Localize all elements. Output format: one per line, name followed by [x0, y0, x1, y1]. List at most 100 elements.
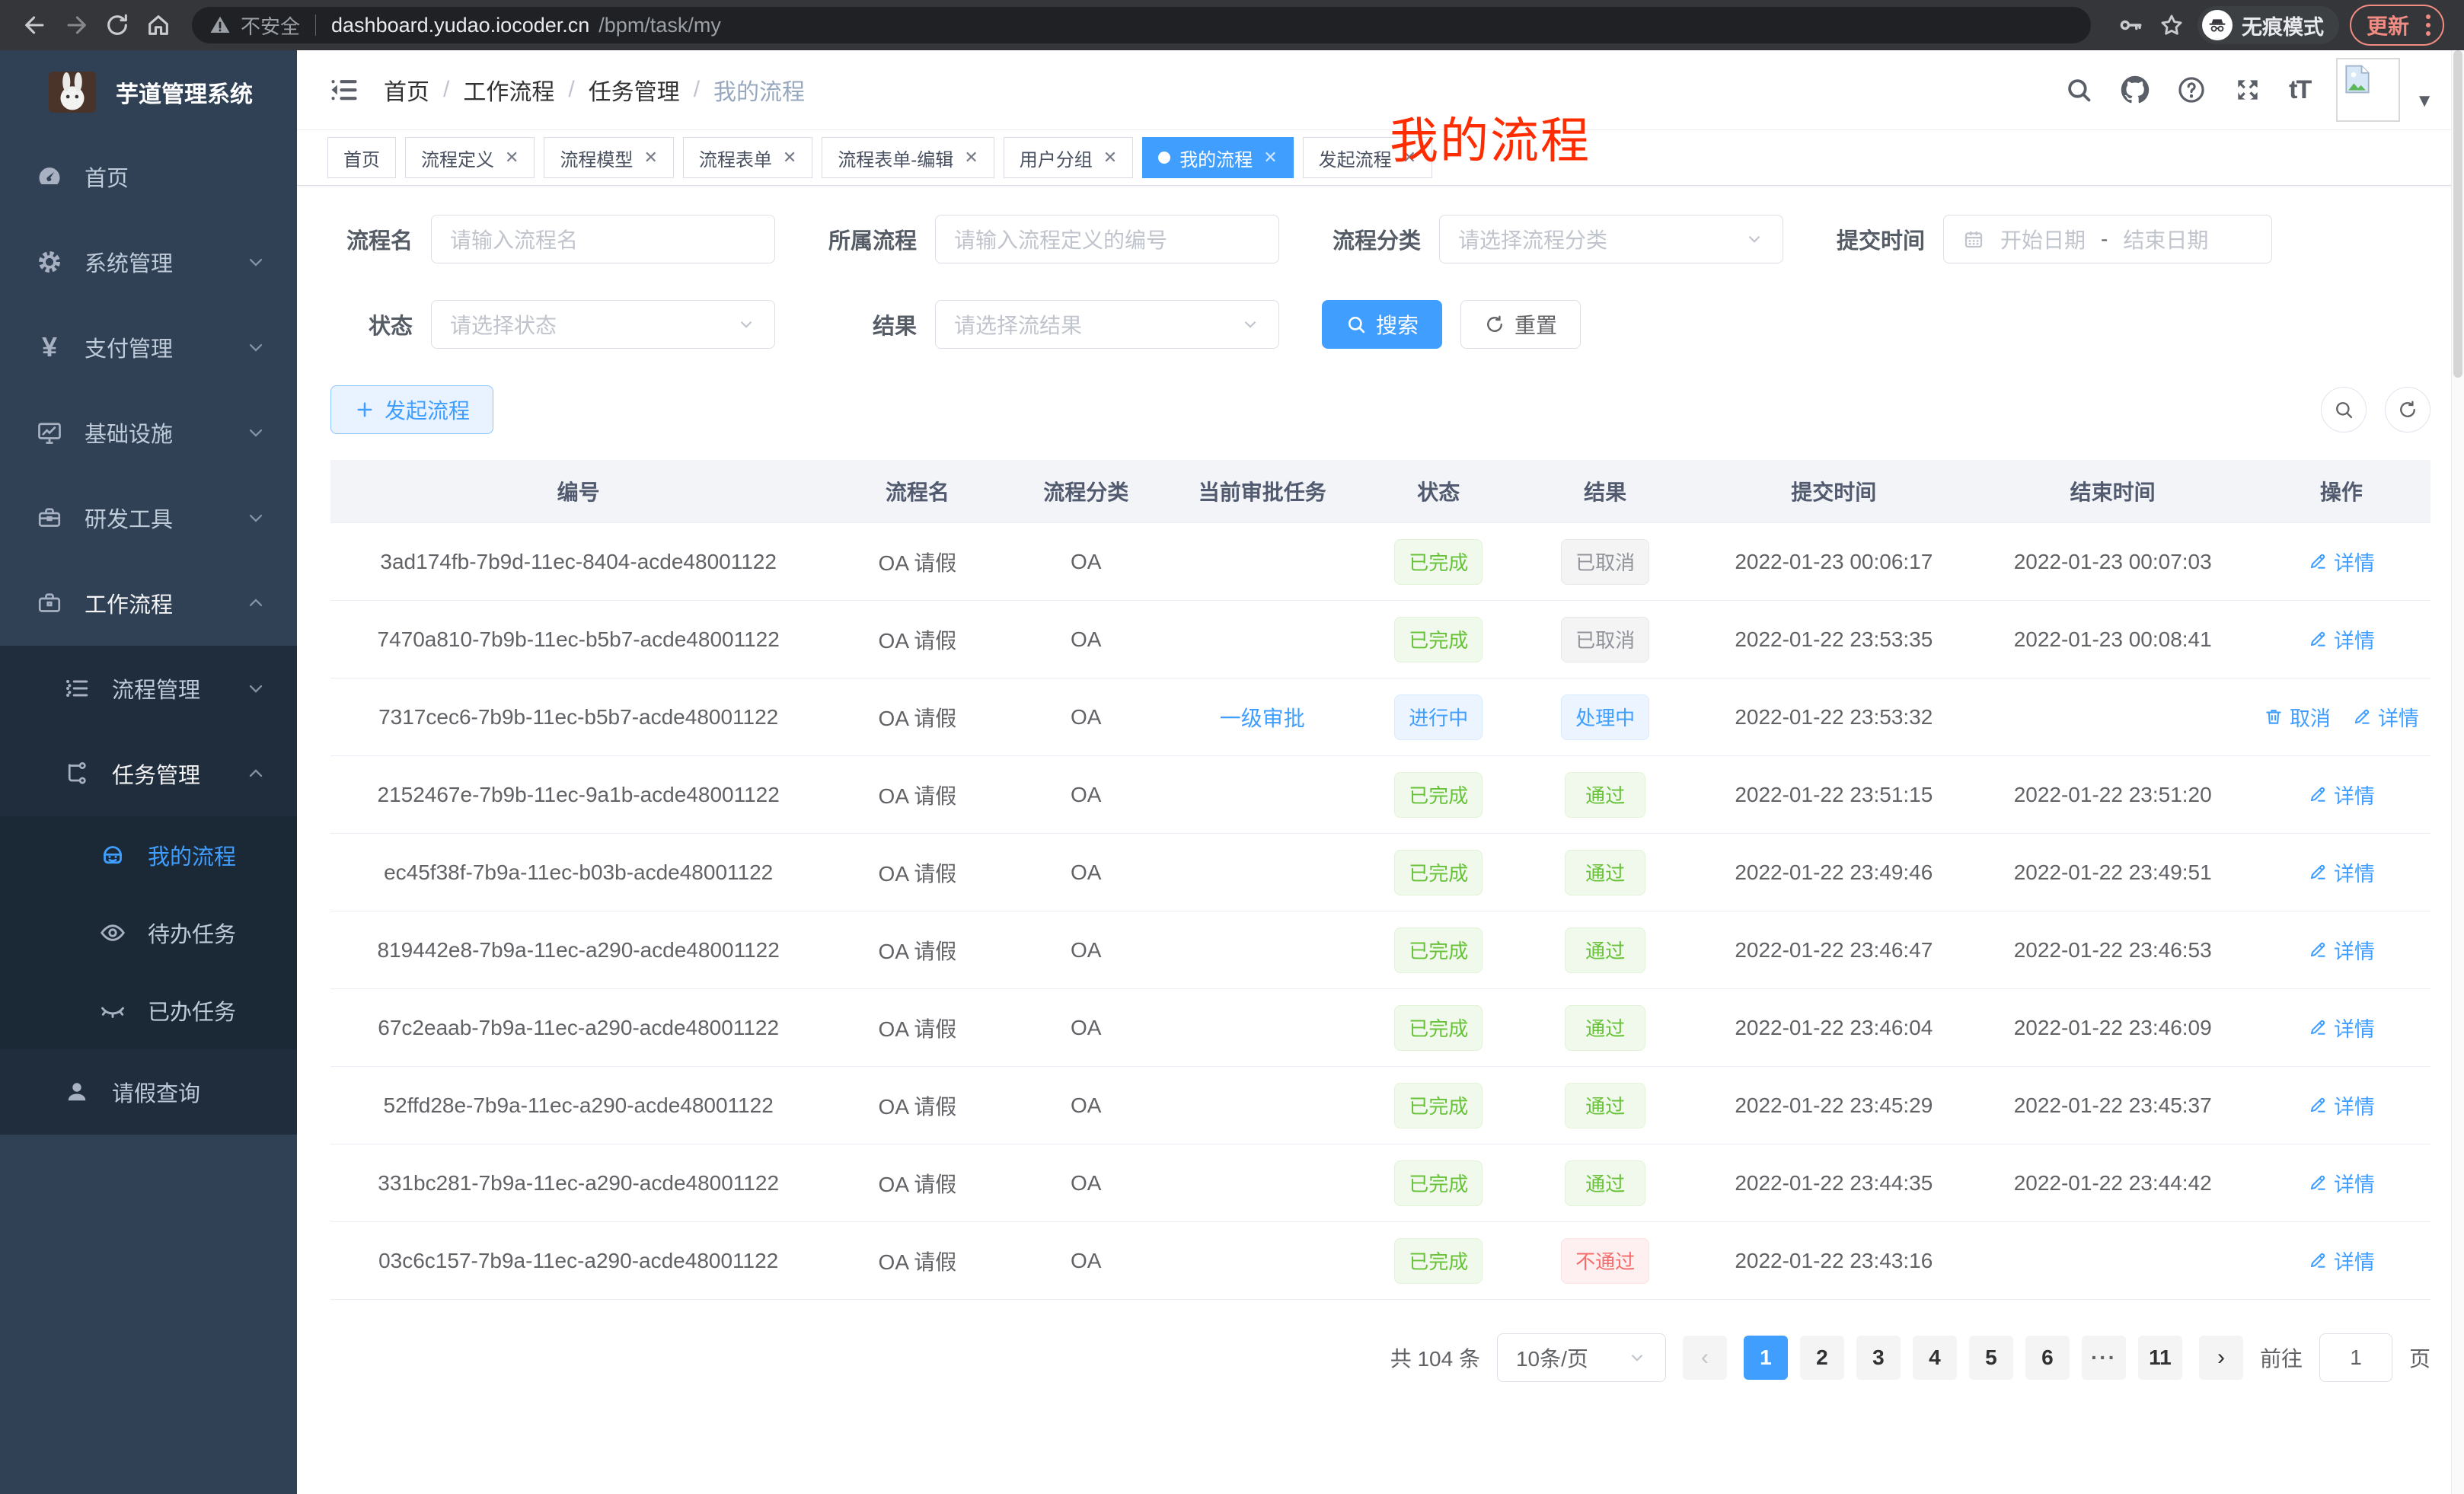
status-select[interactable]: 请选择状态 [431, 300, 775, 349]
detail-action-link[interactable]: 详情 [2352, 702, 2419, 732]
pager-page-4[interactable]: 4 [1913, 1336, 1957, 1380]
tab-close-icon[interactable]: ✕ [1263, 148, 1277, 168]
github-icon[interactable] [2120, 75, 2150, 105]
bookmark-star-icon[interactable] [2156, 10, 2187, 40]
refresh-table-button[interactable] [2385, 387, 2430, 433]
goto-page-input[interactable] [2319, 1333, 2392, 1382]
pager-page-2[interactable]: 2 [1800, 1336, 1844, 1380]
avatar[interactable] [2336, 58, 2400, 122]
tab-close-icon[interactable]: ✕ [505, 148, 519, 168]
back-icon[interactable] [20, 10, 50, 40]
sidebar-item-process-mgmt[interactable]: 流程管理 [0, 646, 297, 731]
pager-page-3[interactable]: 3 [1856, 1336, 1901, 1380]
next-page-button[interactable]: › [2199, 1336, 2243, 1380]
top-navbar: 首页/工作流程/任务管理/我的流程 tT ▼ [297, 50, 2464, 130]
cancel-action-link[interactable]: 取消 [2264, 702, 2331, 732]
tab-close-icon[interactable]: ✕ [783, 148, 796, 168]
parent-process-input[interactable]: 请输入流程定义的编号 [935, 215, 1279, 263]
current-task-link[interactable]: 一级审批 [1220, 707, 1305, 730]
detail-action-link[interactable]: 详情 [2308, 1013, 2375, 1042]
tag-view-tab[interactable]: 我的流程✕ [1142, 137, 1293, 178]
detail-action-link[interactable]: 详情 [2308, 624, 2375, 654]
toggle-search-button[interactable] [2321, 387, 2367, 433]
cell-category: OA [1008, 989, 1163, 1067]
detail-action-link[interactable]: 详情 [2308, 857, 2375, 887]
pager-ellipsis[interactable]: ··· [2082, 1336, 2126, 1380]
text-size-icon[interactable]: tT [2289, 75, 2310, 105]
sidebar-item-todo-task[interactable]: 待办任务 [0, 894, 297, 972]
sidebar-item-task-mgmt[interactable]: 任务管理 [0, 731, 297, 816]
logo-row[interactable]: 芋道管理系统 [0, 50, 297, 134]
tag-view-tab[interactable]: 流程定义 ✕ [405, 137, 535, 178]
pager-page-6[interactable]: 6 [2025, 1336, 2070, 1380]
header-search-icon[interactable] [2063, 75, 2094, 105]
tag-view-tab[interactable]: 流程模型✕ [544, 137, 673, 178]
breadcrumb-item[interactable]: 工作流程 [463, 73, 554, 107]
pager-page-5[interactable]: 5 [1969, 1336, 2013, 1380]
page-size-select[interactable]: 10条/页 [1497, 1333, 1666, 1382]
caret-down-icon[interactable]: ▼ [2415, 91, 2434, 112]
result-badge: 不通过 [1561, 1238, 1649, 1284]
create-process-button[interactable]: 发起流程 [330, 385, 493, 434]
tab-close-icon[interactable]: ✕ [964, 148, 978, 168]
column-header: 操作 [2252, 460, 2430, 523]
reload-icon[interactable] [102, 10, 132, 40]
sidebar-item-my-process[interactable]: 我的流程 [0, 816, 297, 894]
detail-action-link[interactable]: 详情 [2308, 1090, 2375, 1120]
sidebar-item-home[interactable]: 首页 [0, 134, 297, 219]
site-warning-icon[interactable] [209, 14, 231, 37]
column-header: 结果 [1516, 460, 1694, 523]
window-scrollbar[interactable] [2451, 50, 2464, 1494]
edit-icon [2308, 1250, 2328, 1270]
pager-page-1[interactable]: 1 [1744, 1336, 1788, 1380]
sidebar-item-label: 系统管理 [85, 246, 173, 278]
status-badge: 已完成 [1394, 1160, 1483, 1206]
pager-page-11[interactable]: 11 [2138, 1336, 2182, 1380]
menu-dots-icon[interactable] [2421, 14, 2435, 36]
sidebar-item-devtools[interactable]: 研发工具 [0, 475, 297, 560]
breadcrumb-item[interactable]: 任务管理 [589, 73, 680, 107]
cell-process-name: OA 请假 [826, 1222, 1008, 1300]
incognito-badge: 无痕模式 [2197, 6, 2339, 44]
prev-page-button[interactable]: ‹ [1683, 1336, 1727, 1380]
cell-status: 已完成 [1361, 1067, 1517, 1144]
column-header: 状态 [1361, 460, 1517, 523]
cell-category: OA [1008, 756, 1163, 834]
process-name-input[interactable]: 请输入流程名 [431, 215, 775, 263]
tag-view-tab[interactable]: 流程表单✕ [683, 137, 812, 178]
update-button[interactable]: 更新 [2350, 5, 2444, 46]
help-icon[interactable] [2176, 75, 2207, 105]
tag-view-tab[interactable]: 用户分组✕ [1004, 137, 1133, 178]
result-select[interactable]: 请选择流结果 [935, 300, 1279, 349]
fullscreen-icon[interactable] [2233, 75, 2263, 105]
cell-id: 3ad174fb-7b9d-11ec-8404-acde48001122 [330, 523, 826, 601]
detail-action-link[interactable]: 详情 [2308, 1168, 2375, 1198]
sidebar-item-infra[interactable]: 基础设施 [0, 390, 297, 475]
cell-end-time [1974, 678, 2252, 756]
tag-view-tab[interactable]: 首页 [327, 137, 396, 178]
tag-view-tab[interactable]: 流程表单-编辑✕ [822, 137, 994, 178]
tab-close-icon[interactable]: ✕ [1103, 148, 1117, 168]
tab-label: 流程定义 [421, 145, 494, 171]
address-bar[interactable]: 不安全 dashboard.yudao.iocoder.cn /bpm/task… [192, 7, 2091, 43]
tab-close-icon[interactable]: ✕ [643, 148, 657, 168]
detail-action-link[interactable]: 详情 [2308, 935, 2375, 965]
reset-button[interactable]: 重置 [1460, 300, 1581, 349]
scrollbar-thumb[interactable] [2453, 50, 2462, 378]
sidebar-item-workflow[interactable]: 工作流程 [0, 560, 297, 646]
category-select[interactable]: 请选择流程分类 [1439, 215, 1783, 263]
breadcrumb-item[interactable]: 首页 [384, 73, 429, 107]
submit-time-range-input[interactable]: 开始日期 - 结束日期 [1943, 215, 2272, 263]
search-button[interactable]: 搜索 [1322, 300, 1442, 349]
sidebar-item-system[interactable]: 系统管理 [0, 219, 297, 305]
home-icon[interactable] [143, 10, 174, 40]
detail-action-link[interactable]: 详情 [2308, 1246, 2375, 1275]
detail-action-link[interactable]: 详情 [2308, 780, 2375, 809]
sidebar-fold-icon[interactable] [327, 73, 361, 107]
sidebar-item-leave-query[interactable]: 请假查询 [0, 1049, 297, 1135]
key-icon[interactable] [2115, 10, 2146, 40]
forward-icon[interactable] [61, 10, 91, 40]
detail-action-link[interactable]: 详情 [2308, 547, 2375, 576]
sidebar-item-payment[interactable]: ¥支付管理 [0, 305, 297, 390]
sidebar-item-done-task[interactable]: 已办任务 [0, 972, 297, 1049]
